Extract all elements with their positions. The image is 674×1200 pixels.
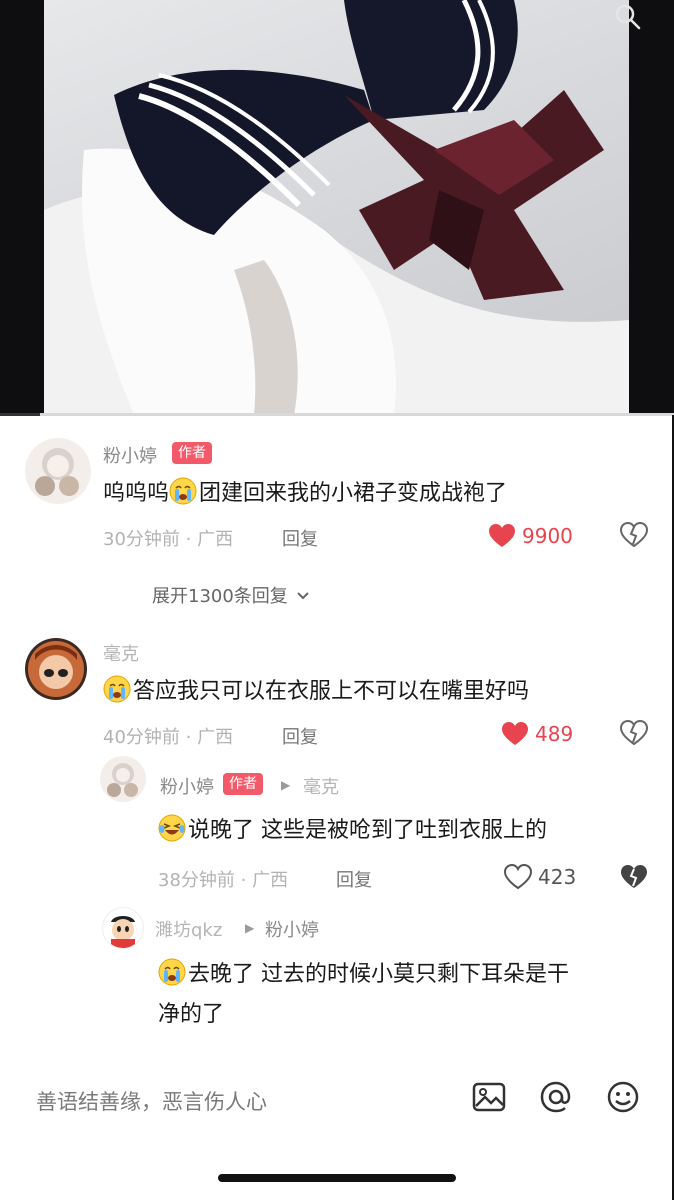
reply-button[interactable]: 回复: [282, 525, 318, 551]
comment-text-part: 团建回来我的小裙子变成战袍了: [199, 481, 508, 506]
crying-face-emoji: [158, 958, 186, 986]
like-button[interactable]: 9900: [488, 523, 573, 549]
avatar[interactable]: [100, 756, 146, 802]
media-progress-bar[interactable]: [0, 413, 674, 416]
heart-outline-icon: [504, 864, 532, 890]
dislike-button[interactable]: [620, 864, 648, 894]
dislike-button[interactable]: [619, 719, 649, 750]
comment-text-part: 呜呜呜: [103, 481, 170, 506]
reply-button[interactable]: 回复: [336, 866, 372, 892]
comment-text-part: 答应我只可以在衣服上不可以在嘴里好吗: [133, 679, 530, 704]
like-button[interactable]: 489: [501, 721, 573, 747]
like-count: 423: [538, 865, 577, 889]
reply-target-username[interactable]: 毫克: [303, 773, 339, 799]
chevron-down-icon: [297, 592, 309, 600]
reply-text-continued: 净的了: [158, 1002, 225, 1027]
comment-text: 答应我只可以在衣服上不可以在嘴里好吗: [103, 671, 529, 713]
broken-heart-icon: [619, 719, 649, 746]
like-count: 489: [535, 722, 574, 746]
reply-text: 说晚了 这些是被呛到了吐到衣服上的: [158, 810, 547, 852]
media-viewer[interactable]: [0, 0, 674, 415]
reply-arrow-icon: ▶: [245, 921, 255, 935]
broken-heart-icon: [621, 865, 647, 888]
crying-face-emoji: [103, 675, 131, 703]
avatar[interactable]: [25, 638, 87, 700]
image-icon: [472, 1082, 506, 1112]
reply-time-location: 38分钟前 · 广西: [158, 870, 289, 891]
reply-button[interactable]: 回复: [282, 723, 318, 749]
comment-username[interactable]: 毫克: [103, 640, 139, 666]
post-photo: [44, 0, 629, 415]
expand-replies-button[interactable]: 展开1300条回复: [152, 582, 312, 608]
reply-username[interactable]: 濉坊qkz: [155, 916, 222, 942]
comment-input-bar: 善语结善缘，恶言伤人心: [0, 1068, 674, 1148]
media-progress-fill: [0, 413, 41, 416]
smiley-icon: [607, 1081, 639, 1113]
reply-text-part: 说晚了 这些是被呛到了吐到衣服上的: [188, 818, 547, 843]
image-button[interactable]: [472, 1080, 506, 1118]
reply-target-username[interactable]: 粉小婷: [265, 916, 319, 942]
avatar[interactable]: [25, 438, 91, 504]
like-button[interactable]: 423: [504, 864, 576, 890]
at-icon: [540, 1081, 571, 1113]
crying-face-emoji: [169, 477, 197, 505]
comment-time-location: 30分钟前 · 广西: [103, 529, 234, 550]
heart-filled-icon: [489, 524, 515, 547]
heart-filled-icon: [502, 722, 528, 745]
reply-text-part: 去晚了 过去的时候小莫只剩下耳朵是干: [188, 962, 569, 987]
reply-arrow-icon: ▶: [281, 778, 291, 792]
search-icon: [615, 4, 641, 30]
comment-time-location: 40分钟前 · 广西: [103, 727, 234, 748]
author-badge: 作者: [172, 442, 212, 464]
author-badge: 作者: [223, 773, 263, 795]
like-count: 9900: [522, 524, 573, 548]
broken-heart-icon: [619, 521, 649, 548]
comment-text: 呜呜呜 团建回来我的小裙子变成战袍了: [103, 473, 507, 515]
comment-input[interactable]: 善语结善缘，恶言伤人心: [36, 1086, 267, 1116]
laugh-tears-emoji: [158, 814, 186, 842]
expand-replies-label: 展开1300条回复: [152, 586, 288, 607]
emoji-button[interactable]: [606, 1080, 640, 1118]
dislike-button[interactable]: [619, 521, 649, 552]
search-button[interactable]: [608, 0, 648, 34]
reply-username[interactable]: 粉小婷: [160, 773, 214, 799]
mention-button[interactable]: [539, 1080, 573, 1118]
home-indicator[interactable]: [218, 1174, 456, 1182]
comment-username[interactable]: 粉小婷: [103, 442, 157, 468]
avatar[interactable]: [102, 907, 144, 949]
reply-text: 去晚了 过去的时候小莫只剩下耳朵是干: [158, 954, 569, 996]
